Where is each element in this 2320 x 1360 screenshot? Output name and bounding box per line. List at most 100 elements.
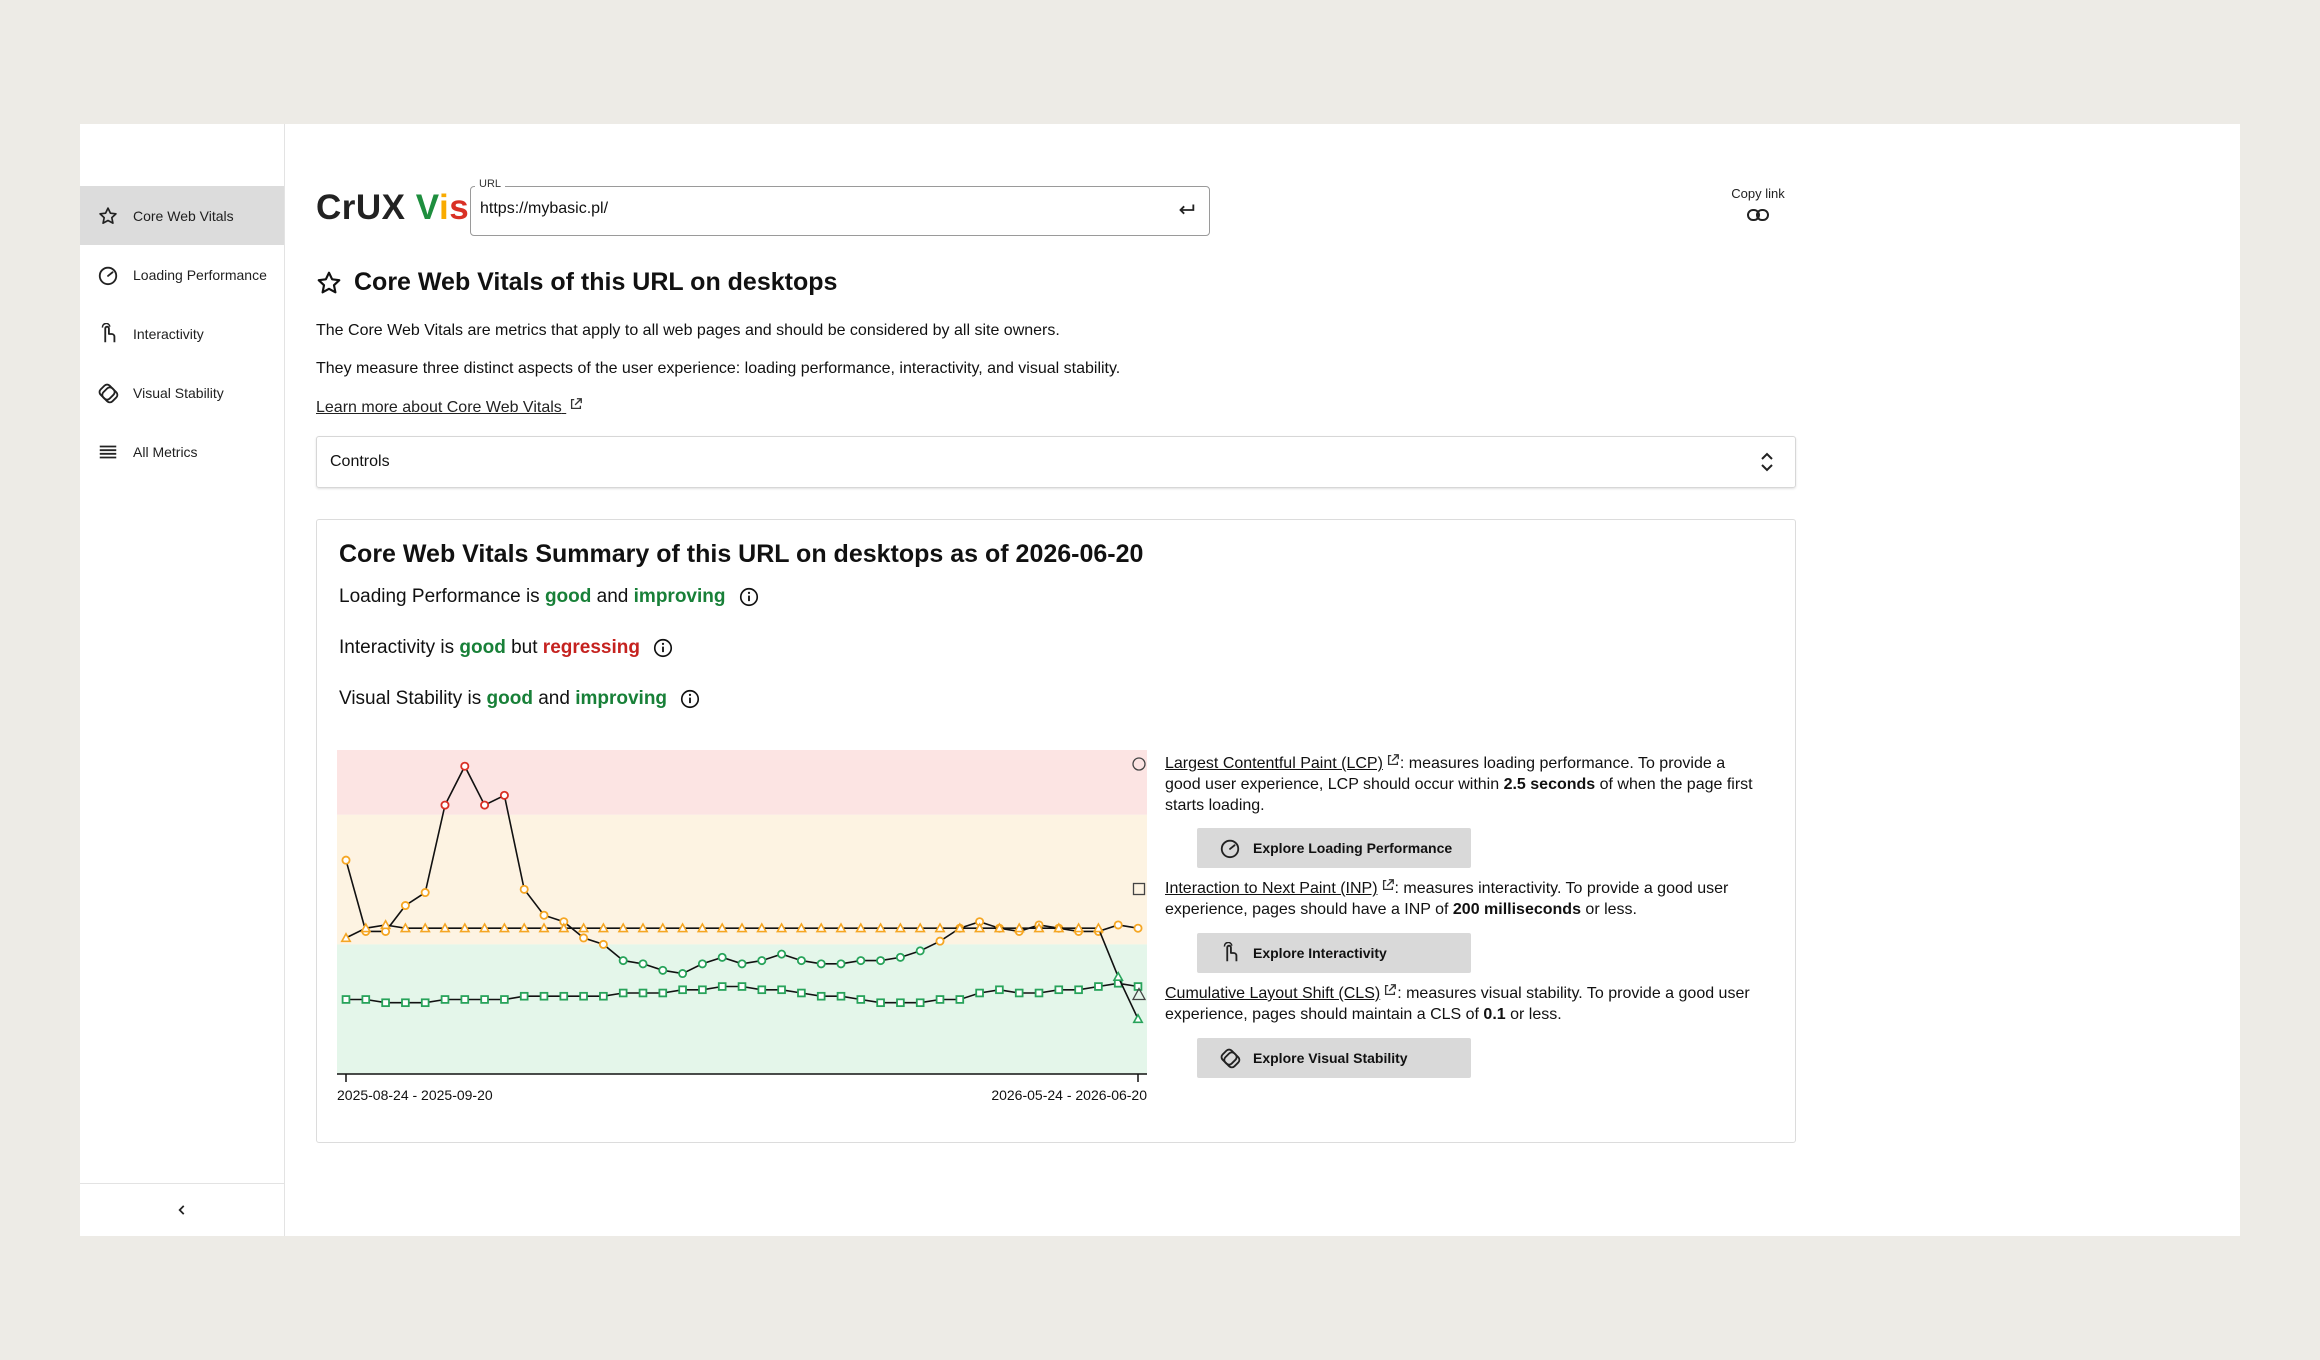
data-point-square [717, 982, 727, 991]
data-point-circle [400, 901, 410, 911]
data-point-circle [638, 959, 648, 969]
data-point-circle [895, 952, 905, 962]
link-icon [1747, 209, 1769, 221]
expand-collapse-icon [1761, 452, 1773, 472]
visual-stability-status-line: Visual Stability is good and improving [339, 688, 701, 710]
data-point-square [658, 988, 668, 998]
inp-threshold: 200 milliseconds [1452, 901, 1581, 918]
data-point-square [559, 991, 569, 1001]
data-point-square [638, 988, 648, 998]
data-point-square [797, 988, 806, 998]
data-point-square [975, 988, 984, 998]
controls-accordion[interactable]: Controls [316, 436, 1796, 488]
data-point-circle [816, 959, 826, 969]
info-icon[interactable] [652, 637, 674, 659]
interactivity-status-line: Interactivity is good but regressing [339, 637, 674, 659]
data-point-square [401, 998, 410, 1008]
summary-card: Core Web Vitals Summary of this URL on d… [316, 519, 1796, 1143]
button-label: Explore Loading Performance [1253, 840, 1453, 856]
data-point-circle [440, 800, 450, 810]
page-title: Core Web Vitals of this URL on desktops [316, 268, 837, 297]
data-point-circle [856, 956, 866, 966]
sidebar-item-all-metrics[interactable]: All Metrics [80, 422, 284, 481]
data-point-circle [658, 965, 668, 975]
sidebar-item-label: Loading Performance [133, 266, 267, 283]
data-point-circle [1113, 920, 1123, 930]
sidebar-item-interactivity[interactable]: Interactivity [80, 304, 284, 363]
copy-link-label: Copy link [1731, 186, 1785, 201]
status-conjunction: and [591, 586, 634, 607]
data-point-square [698, 985, 707, 995]
data-point-square [915, 998, 925, 1008]
core-web-vitals-chart: 2025-08-24 - 2025-09-20 2026-05-24 - 2026… [337, 750, 1147, 1103]
submit-url-button[interactable] [1175, 199, 1197, 221]
data-point-circle [915, 946, 925, 956]
sidebar-item-visual-stability[interactable]: Visual Stability [80, 363, 284, 422]
learn-more-link[interactable]: Learn more about Core Web Vitals [316, 397, 583, 417]
data-point-square [757, 985, 767, 995]
lcp-link[interactable]: Largest Contentful Paint (LCP) [1165, 755, 1383, 772]
collapse-sidebar-button[interactable] [80, 1183, 284, 1236]
explore-loading-performance-button[interactable]: Explore Loading Performance [1197, 828, 1471, 868]
data-point-circle [519, 884, 529, 894]
data-point-circle [697, 959, 707, 969]
data-point-square [856, 995, 866, 1004]
data-point-circle [579, 933, 589, 943]
loading-status-line: Loading Performance is good and improvin… [339, 586, 760, 608]
inp-link[interactable]: Interaction to Next Paint (INP) [1165, 880, 1378, 897]
button-label: Explore Visual Stability [1253, 1050, 1408, 1066]
data-point-square [361, 995, 371, 1004]
status-metric: Visual Stability is [339, 688, 487, 709]
logo-s-text: s [449, 188, 470, 227]
band-poor [337, 750, 1147, 815]
data-point-square [678, 985, 687, 995]
data-point-circle [480, 800, 490, 810]
inp-legend: Interaction to Next Paint (INP): measure… [1132, 878, 1755, 920]
controls-label: Controls [330, 453, 390, 470]
app-logo[interactable]: CrUX Vis [316, 188, 469, 228]
external-link-icon [571, 398, 583, 410]
layers-icon [1220, 1048, 1241, 1069]
data-point-square [1094, 982, 1103, 991]
data-point-square [500, 995, 509, 1004]
sidebar: Core Web Vitals Loading Performance Inte… [80, 124, 285, 1236]
data-point-square [955, 995, 965, 1004]
info-icon[interactable] [679, 688, 701, 710]
data-point-circle [539, 910, 549, 920]
url-input[interactable] [478, 199, 1162, 219]
data-point-square [816, 991, 826, 1001]
explore-interactivity-button[interactable]: Explore Interactivity [1197, 933, 1471, 973]
data-point-circle [499, 790, 509, 800]
data-point-square [519, 991, 529, 1001]
data-point-circle [618, 956, 628, 966]
cls-link[interactable]: Cumulative Layout Shift (CLS) [1165, 985, 1380, 1002]
lcp-threshold: 2.5 seconds [1503, 776, 1596, 793]
data-point-circle [757, 956, 767, 966]
pointer-hand-icon [1223, 942, 1238, 962]
copy-link-button[interactable]: Copy link [1718, 186, 1798, 223]
data-point-square [1014, 988, 1024, 998]
status-trend: improving [575, 688, 668, 709]
external-link-icon [1382, 879, 1394, 891]
info-icon[interactable] [738, 586, 760, 608]
data-point-square [995, 985, 1004, 995]
data-point-square [460, 995, 470, 1004]
data-point-circle [796, 956, 806, 966]
status-trend: improving [633, 586, 726, 607]
cls-threshold: 0.1 [1483, 1006, 1506, 1023]
square-marker-icon [1132, 882, 1146, 896]
cls-desc-text-end: or less. [1505, 1006, 1562, 1023]
description-line-1: The Core Web Vitals are metrics that app… [316, 322, 1060, 339]
sidebar-item-label: All Metrics [133, 443, 198, 460]
data-point-square [777, 985, 786, 995]
explore-visual-stability-button[interactable]: Explore Visual Stability [1197, 1038, 1471, 1078]
data-point-square [539, 991, 549, 1001]
sidebar-item-core-web-vitals[interactable]: Core Web Vitals [80, 186, 284, 245]
x-tick-label: 2025-08-24 - 2025-09-20 [337, 1087, 493, 1103]
data-point-square [341, 995, 351, 1004]
speedometer-icon [1220, 839, 1240, 859]
sidebar-item-loading-performance[interactable]: Loading Performance [80, 245, 284, 304]
data-point-square [836, 991, 846, 1001]
data-point-circle [598, 939, 608, 949]
sidebar-item-label: Interactivity [133, 325, 204, 342]
